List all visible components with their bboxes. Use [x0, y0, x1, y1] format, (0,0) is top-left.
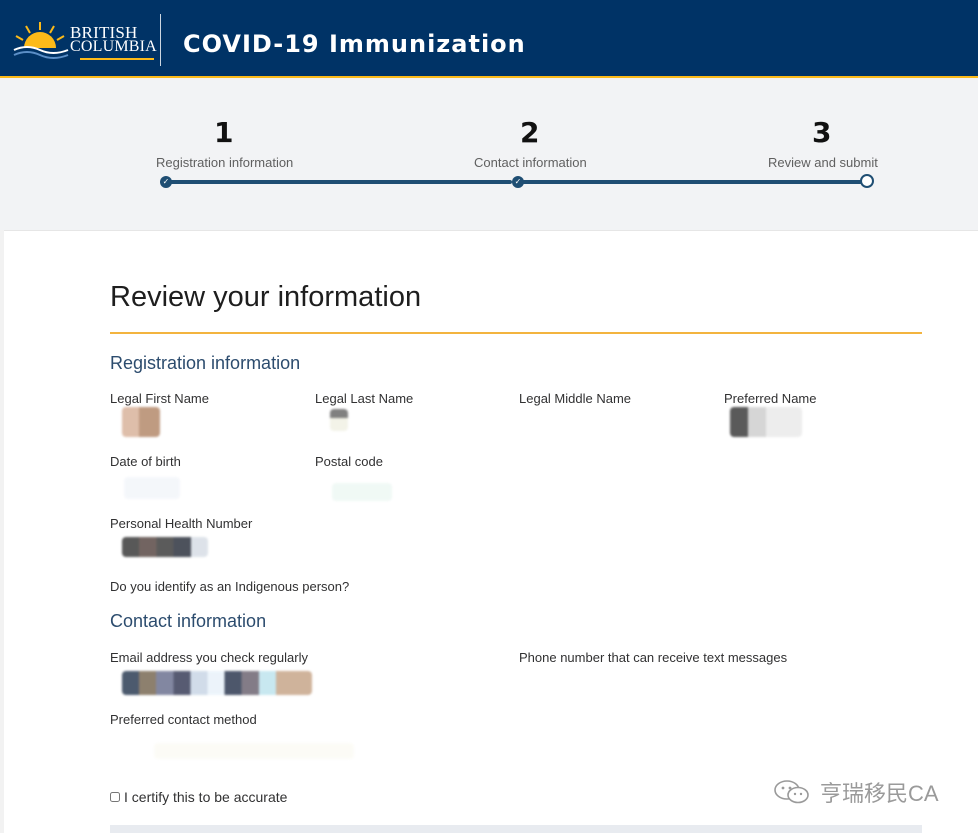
watermark-text: 亨瑞移民CA — [820, 781, 939, 806]
logo-underline — [80, 58, 154, 60]
phone-label: Phone number that can receive text messa… — [519, 650, 788, 665]
middle-name-label: Legal Middle Name — [519, 391, 632, 406]
certify-checkbox[interactable] — [110, 792, 120, 802]
first-name-value-redacted — [122, 407, 160, 437]
phn-label: Personal Health Number — [110, 516, 253, 531]
step-2-number: 2 — [520, 116, 540, 149]
app-title: COVID-19 Immunization — [183, 30, 526, 58]
dob-label: Date of birth — [110, 454, 181, 469]
step-1-label[interactable]: Registration information — [156, 155, 293, 170]
postal-label: Postal code — [315, 454, 383, 469]
contact-method-label: Preferred contact method — [110, 712, 257, 727]
page-title: Review your information — [110, 281, 422, 313]
dob-value-redacted — [124, 477, 180, 499]
contact-heading: Contact information — [110, 611, 267, 631]
email-label: Email address you check regularly — [110, 650, 308, 665]
preferred-name-label: Preferred Name — [724, 391, 817, 406]
step-2-label[interactable]: Contact information — [474, 155, 587, 170]
step-2-check-icon[interactable]: ✓ — [512, 176, 524, 188]
last-name-value-redacted — [330, 409, 348, 431]
phn-value-redacted — [122, 537, 208, 557]
certify-label: I certify this to be accurate — [124, 789, 288, 805]
step-1-check-icon[interactable]: ✓ — [160, 176, 172, 188]
watermark: 亨瑞移民CA — [772, 776, 939, 808]
progress-line-2 — [520, 180, 862, 184]
bc-logo[interactable]: BRITISH COLUMBIA — [12, 18, 157, 64]
bc-sun-icon — [12, 22, 72, 64]
step-1-number: 1 — [214, 116, 234, 149]
review-card: Review your information Registration inf… — [4, 230, 978, 833]
contact-method-value-redacted — [154, 743, 354, 759]
last-name-label: Legal Last Name — [315, 391, 414, 406]
logo-line2: COLUMBIA — [70, 38, 157, 55]
site-header: BRITISH COLUMBIA COVID-19 Immunization — [0, 0, 978, 78]
postal-value-redacted — [332, 483, 392, 501]
preferred-name-value-redacted — [730, 407, 802, 437]
title-divider — [110, 332, 922, 334]
step-3-number: 3 — [812, 116, 832, 149]
wechat-icon — [774, 780, 809, 804]
progress-line-1 — [168, 180, 512, 184]
first-name-label: Legal First Name — [110, 391, 209, 406]
step-3-current-icon — [860, 174, 874, 188]
email-value-redacted — [122, 671, 312, 695]
certify-checkbox-row[interactable]: I certify this to be accurate — [110, 789, 287, 805]
step-3-label: Review and submit — [768, 155, 878, 170]
progress-stepper: 1 Registration information 2 Contact inf… — [0, 80, 978, 230]
indigenous-label: Do you identify as an Indigenous person? — [110, 579, 350, 594]
header-divider — [160, 14, 161, 66]
registration-heading: Registration information — [110, 353, 301, 373]
